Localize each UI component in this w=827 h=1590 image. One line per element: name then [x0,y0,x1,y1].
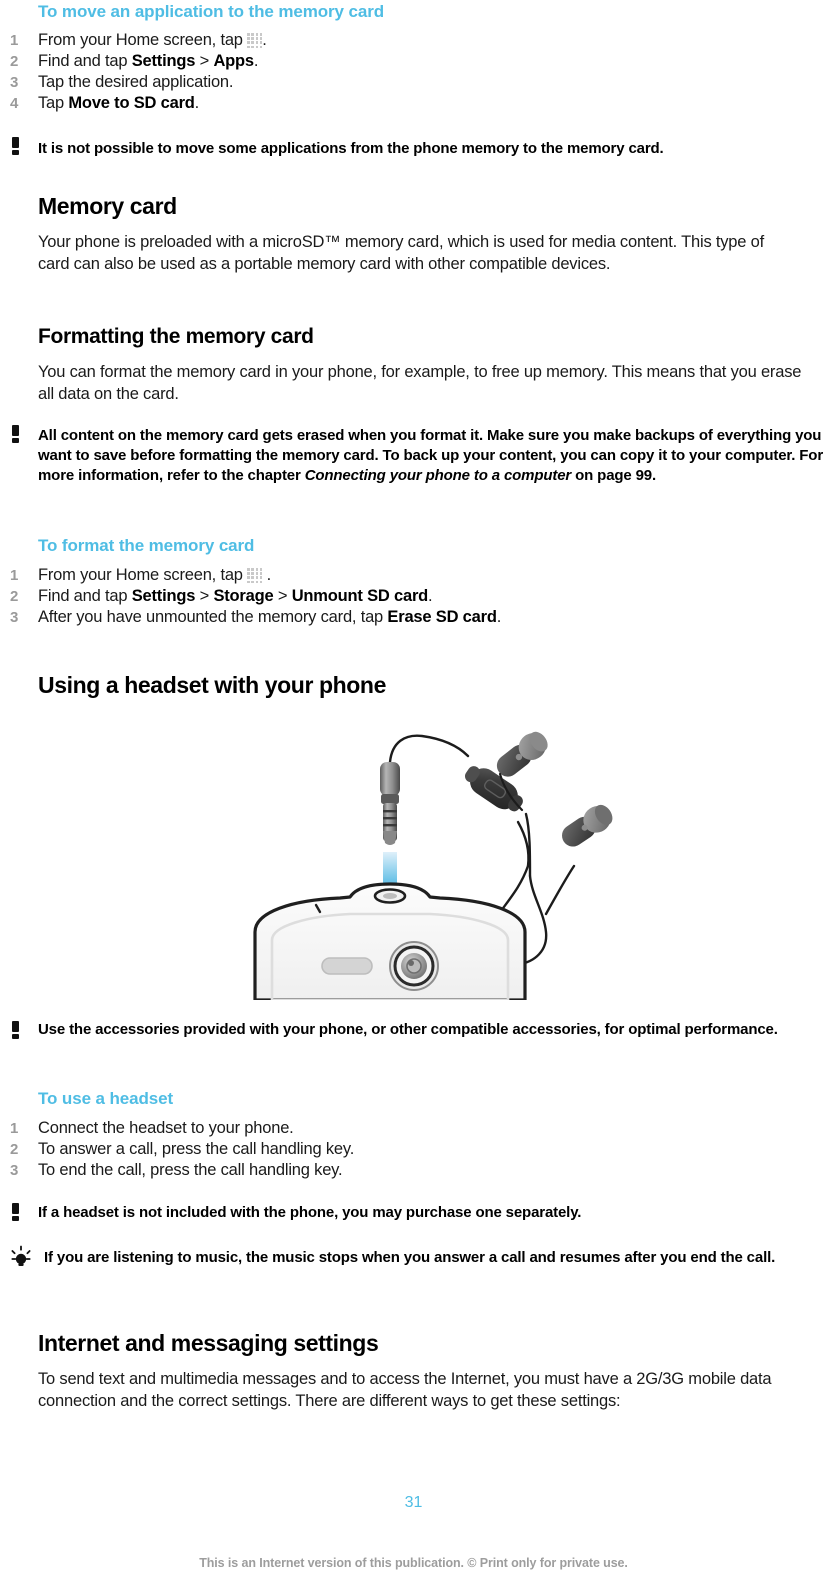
footer-notice: This is an Internet version of this publ… [199,1556,628,1570]
step-text-post: . [428,587,433,605]
step-bold-move-sd: Move to SD card [68,94,195,112]
note-move-application: It is not possible to move some applicat… [38,140,664,157]
note-exclamation-icon [12,425,20,443]
list-item: 2 To answer a call, press the call handl… [0,1139,800,1160]
list-number: 2 [10,53,19,70]
list-number: 4 [10,95,19,112]
list-item: 3 Tap the desired application. [0,72,800,93]
step-bold-unmount-sd: Unmount SD card [291,587,429,605]
step-text-pre: Tap [38,94,69,112]
step-text-post: . [262,566,272,584]
step-text-pre: Tap the desired application. [38,73,234,91]
list-item: 4 Tap Move to SD card. [0,93,800,114]
list-number: 3 [10,1162,19,1179]
headset-and-phone-illustration [200,700,630,1002]
paragraph-formatting: You can format the memory card in your p… [38,363,802,403]
step-separator-1: > [195,587,214,605]
tip-lightbulb-icon [8,1245,34,1274]
step-text-post: . [253,52,259,70]
list-number: 1 [10,32,19,49]
list-number: 2 [10,588,19,605]
note-use-accessories: Use the accessories provided with your p… [38,1021,778,1038]
apps-grid-icon [247,33,263,49]
note-headset-not-included: If a headset is not included with the ph… [38,1204,582,1221]
list-item: 1 Connect the headset to your phone. [0,1118,800,1139]
steps-format-memory-card: 1 From your Home screen, tap . 2 Find an… [0,565,800,628]
list-item: 1 From your Home screen, tap . [0,565,800,586]
heading-formatting-memory-card: Formatting the memory card [38,325,314,348]
apps-grid-icon [247,568,263,584]
step-text: To answer a call, press the call handlin… [38,1140,355,1158]
step-bold-storage: Storage [213,587,274,605]
heading-memory-card: Memory card [38,193,177,219]
step-separator: > [195,52,214,70]
steps-move-application: 1 From your Home screen, tap . 2 Find an… [0,30,800,114]
note-chapter-reference: Connecting your phone to a computer [304,467,572,484]
step-bold-erase-sd: Erase SD card [387,608,497,626]
list-item: 3 To end the call, press the call handli… [0,1160,800,1181]
manual-page: To move an application to the memory car… [0,0,827,1590]
note-text-part2: on page 99. [571,467,657,484]
step-text-pre: Find and tap [38,52,132,70]
note-exclamation-icon [12,1203,20,1221]
step-bold-settings: Settings [131,587,196,605]
heading-move-application: To move an application to the memory car… [38,2,385,21]
step-text-post: . [194,94,200,112]
list-number: 3 [10,74,19,91]
heading-using-headset: Using a headset with your phone [38,672,386,698]
list-item: 1 From your Home screen, tap . [0,30,800,51]
step-bold-apps: Apps [213,52,254,70]
list-item: 2 Find and tap Settings > Apps. [0,51,800,72]
step-text-pre: After you have unmounted the memory card… [38,608,388,626]
paragraph-internet-messaging: To send text and multimedia messages and… [38,1370,772,1410]
step-text-post: . [262,31,267,49]
page-number: 31 [404,1494,423,1511]
step-text-post: . [496,608,502,626]
list-number: 1 [10,1120,19,1137]
list-item: 2 Find and tap Settings > Storage > Unmo… [0,586,800,607]
step-text-pre: Find and tap [38,587,132,605]
step-text: Connect the headset to your phone. [38,1119,294,1137]
paragraph-memory-card: Your phone is preloaded with a microSD™ … [38,233,765,273]
list-number: 2 [10,1141,19,1158]
step-text-pre: From your Home screen, tap [38,566,248,584]
step-bold-settings: Settings [131,52,196,70]
note-exclamation-icon [12,1021,20,1039]
list-number: 3 [10,609,19,626]
note-exclamation-icon [12,137,20,155]
heading-internet-messaging: Internet and messaging settings [38,1330,379,1356]
heading-to-use-headset: To use a headset [38,1089,174,1108]
list-number: 1 [10,567,19,584]
step-text: To end the call, press the call handling… [38,1161,343,1179]
heading-to-format-memory-card: To format the memory card [38,536,255,555]
list-item: 3 After you have unmounted the memory ca… [0,607,800,628]
steps-use-headset: 1 Connect the headset to your phone. 2 T… [0,1118,800,1181]
tip-music-playback: If you are listening to music, the music… [44,1249,776,1266]
step-text-pre: From your Home screen, tap [38,31,248,49]
step-separator-2: > [273,587,292,605]
note-formatting-warning: All content on the memory card gets eras… [38,426,827,486]
